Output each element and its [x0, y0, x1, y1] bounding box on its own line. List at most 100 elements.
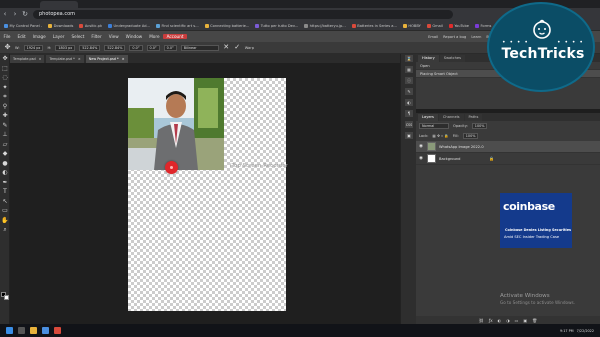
menu-edit[interactable]: Edit [14, 34, 29, 39]
history-panel-icon[interactable]: ⌛ [401, 54, 417, 65]
type-icon[interactable]: T [0, 187, 10, 197]
character-panel-icon[interactable]: ¶ [401, 109, 417, 120]
menu-view[interactable]: View [105, 34, 122, 39]
clone-stamp-icon[interactable]: ⊥ [0, 130, 10, 140]
menu-window[interactable]: Window [122, 34, 146, 39]
document-tab[interactable]: Template.psd × [10, 55, 45, 63]
fill-icon[interactable]: ◆ [0, 149, 10, 159]
bookmark-item[interactable]: HOBBY [402, 23, 421, 28]
forward-icon[interactable]: › [10, 8, 20, 21]
layer-row-background[interactable]: ◉ Background 🔒 [416, 153, 600, 165]
swatches-panel-icon[interactable]: ▦ [401, 65, 417, 76]
delete-layer-icon[interactable]: 🗑 [532, 318, 537, 323]
file-explorer-icon[interactable] [30, 327, 37, 334]
height-percent-field[interactable]: 522.84% [104, 44, 126, 51]
back-icon[interactable]: ‹ [0, 8, 10, 21]
opacity-field[interactable]: 100% [471, 123, 488, 129]
folder-icon[interactable]: ▭ [515, 318, 519, 323]
visibility-eye-icon[interactable]: ◉ [419, 144, 424, 149]
bookmark-item[interactable]: Acsitic.pk [79, 23, 102, 28]
commit-transform-icon[interactable]: ✓ [234, 44, 241, 51]
bookmark-item[interactable]: YouTube [448, 23, 469, 28]
width-percent-field[interactable]: 522.84% [79, 44, 101, 51]
tab-channels[interactable]: Channels [438, 114, 464, 121]
placed-photo[interactable] [128, 78, 224, 170]
height-field[interactable]: 1803 px [55, 44, 76, 51]
rotate-field[interactable]: 0.0° [129, 44, 143, 51]
magic-wand-icon[interactable]: ✦ [0, 83, 10, 93]
tab-layers[interactable]: Layers [418, 114, 438, 121]
hand-icon[interactable]: ✋ [0, 216, 10, 226]
skew-x-field[interactable]: 0.0° [146, 44, 160, 51]
menu-filter[interactable]: Filter [88, 34, 105, 39]
adjustment-icon[interactable]: ◑ [506, 318, 510, 323]
document-tab[interactable]: New Project.psd * × [85, 55, 128, 63]
start-icon[interactable] [6, 327, 13, 334]
close-tab-icon[interactable]: × [122, 55, 125, 63]
dodge-icon[interactable]: ◐ [0, 168, 10, 178]
menu-select[interactable]: Select [68, 34, 88, 39]
close-tab-icon[interactable]: × [39, 55, 42, 63]
menu-account[interactable]: Account [163, 34, 187, 39]
url-field[interactable]: photopea.com [33, 10, 453, 19]
eraser-icon[interactable]: ▱ [0, 140, 10, 150]
lock-icons[interactable]: ▦ ✥ ⌗ 🔒 [432, 134, 448, 138]
image-panel-icon[interactable]: ▣ [401, 131, 417, 142]
menu-link[interactable]: Email [428, 35, 438, 39]
healing-icon[interactable]: ✚ [0, 111, 10, 121]
menu-layer[interactable]: Layer [49, 34, 68, 39]
close-tab-icon[interactable]: × [78, 55, 81, 63]
link-icon[interactable]: ⛓ [479, 318, 484, 323]
path-select-icon[interactable]: ↖ [0, 197, 10, 207]
new-layer-icon[interactable]: ▣ [523, 318, 527, 323]
reload-icon[interactable]: ↻ [20, 8, 30, 21]
crop-icon[interactable]: ⌗ [0, 92, 10, 102]
advertisement[interactable]: coinbase Coinbase Denies Listing Securit… [500, 193, 572, 248]
mask-icon[interactable]: ◐ [498, 318, 502, 323]
marquee-icon[interactable]: ⬚ [0, 64, 10, 74]
blur-icon[interactable]: ● [0, 159, 10, 169]
bookmark-item[interactable]: Gmail [426, 23, 443, 28]
bookmark-item[interactable]: Find scientific art s... [155, 23, 199, 28]
search-icon[interactable] [18, 327, 25, 334]
skew-y-field[interactable]: 0.0° [163, 44, 177, 51]
tab-paths[interactable]: Paths [464, 114, 483, 121]
tab-history[interactable]: History [418, 55, 439, 62]
menu-link[interactable]: Learn [471, 35, 481, 39]
document-tab[interactable]: Template.psd * × [46, 55, 84, 63]
menu-more[interactable]: More [146, 34, 163, 39]
menu-image[interactable]: Image [29, 34, 49, 39]
browser-tab[interactable] [40, 1, 78, 8]
zoom-icon[interactable]: ⌕ [0, 225, 10, 235]
fill-field[interactable]: 100% [462, 133, 479, 139]
background-color-swatch[interactable] [3, 294, 9, 300]
warp-button[interactable]: Warp [245, 46, 254, 50]
brush-icon[interactable]: ✎ [0, 121, 10, 131]
cancel-transform-icon[interactable]: ✕ [223, 44, 230, 51]
bookmark-item[interactable]: Connecting batterie... [204, 23, 249, 28]
menu-file[interactable]: File [0, 34, 14, 39]
bookmark-item[interactable]: Tutto per tutto Dev... [255, 23, 298, 28]
bookmark-item[interactable]: https://batteryu.jp... [304, 23, 346, 28]
visibility-eye-icon[interactable]: ◉ [419, 156, 424, 161]
css-panel-icon[interactable]: css [401, 120, 417, 131]
interpolation-select[interactable]: Bilinear [180, 44, 219, 51]
move-tool-icon[interactable]: ✥ [4, 44, 11, 51]
effects-icon[interactable]: ƒx [489, 318, 493, 323]
menu-link[interactable]: Report a bug [443, 35, 466, 39]
eyedropper-icon[interactable]: ⚲ [0, 102, 10, 112]
bookmark-item[interactable]: Downloads [48, 23, 73, 28]
pen-icon[interactable]: ✒ [0, 178, 10, 188]
tab-swatches[interactable]: Swatches [439, 55, 465, 62]
bookmark-item[interactable]: Forms [474, 23, 491, 28]
lasso-icon[interactable]: ◌ [0, 73, 10, 83]
brush-panel-icon[interactable]: ✎ [401, 87, 417, 98]
bookmark-item[interactable]: Undergraduate Ad... [108, 23, 150, 28]
info-panel-icon[interactable]: ⓘ [401, 76, 417, 87]
chrome-icon[interactable] [42, 327, 49, 334]
layer-row-whatsapp-image[interactable]: ◉ WhatsApp Image 2022-0 [416, 141, 600, 153]
bookmark-item[interactable]: My Control Panel - [4, 23, 42, 28]
blend-mode-select[interactable]: Normal [419, 123, 449, 129]
width-field[interactable]: 1924 px [23, 44, 44, 51]
move-icon[interactable]: ✥ [0, 54, 10, 64]
